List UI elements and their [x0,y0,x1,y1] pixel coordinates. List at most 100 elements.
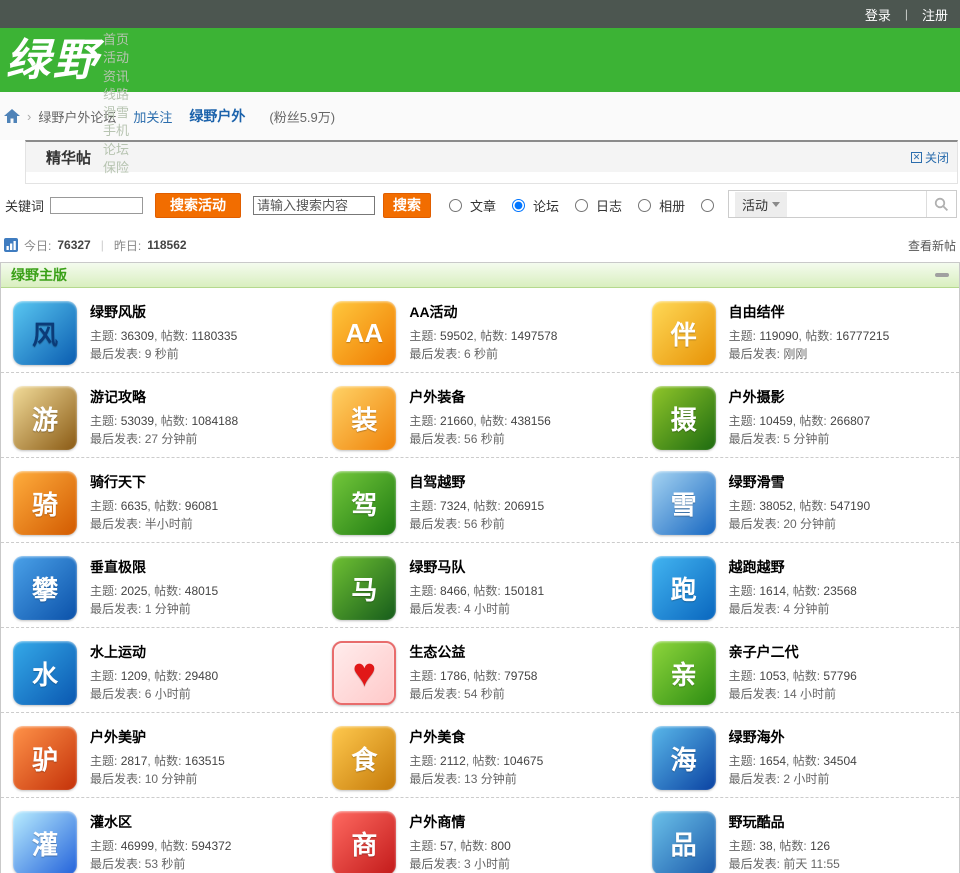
forum-cell: ♥ 生态公益 主题: 1786, 帖数: 79758 最后发表: 54 秒前 [320,628,640,713]
outdoor-beauty-icon[interactable]: 驴 [13,726,77,790]
cyclist-icon[interactable]: 骑 [13,471,77,535]
forum-title[interactable]: 灌水区 [90,812,231,832]
forum-cell: 水 水上运动 主题: 1209, 帖数: 29480 最后发表: 6 小时前 [1,628,321,713]
site-logo[interactable]: 绿野 [6,32,100,90]
nav-item-5[interactable]: 滑雪 [103,104,129,122]
forum-stats: 主题: 1209, 帖数: 29480 [90,669,219,683]
nav-item-1[interactable]: 首页 [103,31,129,49]
close-icon: ✕ [910,151,922,163]
search-bar: 关键词 搜索活动 搜索 文章论坛日志相册 活动 [0,184,960,226]
nav-item-7[interactable]: 论坛 [103,141,129,159]
nav-item-8[interactable]: 保险 [103,159,129,177]
nav-item-2[interactable]: 活动 [103,49,129,67]
radio-option-2[interactable]: 论坛 [512,196,559,215]
forum-title[interactable]: 户外摄影 [729,387,870,407]
surfer-icon[interactable]: 水 [13,641,77,705]
radio-input-3[interactable] [575,198,589,212]
forum-title[interactable]: 越跑越野 [729,557,857,577]
forum-title[interactable]: 户外美驴 [90,727,225,747]
chat-bubbles-icon[interactable]: 装 [332,386,397,450]
forum-title[interactable]: 绿野滑雪 [729,472,870,492]
search-input[interactable] [253,195,376,215]
bar-chart-icon [4,238,18,252]
forum-stats: 主题: 10459, 帖数: 266807 [728,414,871,428]
radio-input-2[interactable] [512,198,526,212]
globe-icon[interactable]: 品 [651,811,716,873]
close-button[interactable]: ✕ 关闭 [910,149,949,166]
runner-icon[interactable]: 跑 [651,556,716,620]
type-dropdown[interactable]: 活动 [735,191,788,217]
forum-title[interactable]: 亲子户二代 [729,642,857,662]
forum-title[interactable]: 户外美食 [409,727,543,747]
fans-count: (粉丝5.9万) [269,109,336,125]
forum-name-link[interactable]: 绿野户外 [189,106,245,126]
forum-title[interactable]: 自驾越野 [409,472,544,492]
radio-option-3[interactable]: 日志 [575,196,622,215]
forum-cell: 马 绿野马队 主题: 8466, 帖数: 150181 最后发表: 4 小时前 [320,543,640,628]
forum-title[interactable]: 骑行天下 [90,472,218,492]
collapse-button[interactable] [935,273,949,277]
search-button[interactable]: 搜索 [383,192,432,218]
radio-input-5[interactable] [701,198,715,212]
forum-cell: 海 绿野海外 主题: 1654, 帖数: 34504 最后发表: 2 小时前 [639,713,959,798]
forum-cell: 骑 骑行天下 主题: 6635, 帖数: 96081 最后发表: 半小时前 [1,458,321,543]
forum-cell: 跑 越跑越野 主题: 1614, 帖数: 23568 最后发表: 4 分钟前 [639,543,959,628]
view-new-posts-link[interactable]: 查看新帖 [908,237,956,254]
forum-stats: 主题: 1786, 帖数: 79758 [409,669,538,683]
forum-title[interactable]: 绿野风版 [90,302,237,322]
nav-item-6[interactable]: 手机 [103,122,129,140]
palm-tree-icon[interactable]: 摄 [651,386,716,450]
forum-last-post: 最后发表: 14 小时前 [728,687,837,701]
wind-icon[interactable]: 风 [13,301,77,365]
parent-child-icon[interactable]: 亲 [651,641,716,705]
stats-row: 今日: 76327 | 昨日: 118562 查看新帖 [0,232,960,258]
forum-last-post: 最后发表: 4 分钟前 [728,602,830,616]
forum-title[interactable]: 户外装备 [409,387,550,407]
home-icon[interactable] [4,108,20,124]
forum-title[interactable]: 野玩酷品 [729,812,840,832]
main-board-panel: 绿野主版 风 绿野风版 主题: 36309, 帖数: 1180335 最后发表:… [0,262,960,873]
radio-input-1[interactable] [449,198,463,212]
search-type-radios: 文章 论坛 日志 相册 [449,196,738,215]
forum-last-post: 最后发表: 27 分钟前 [90,432,198,446]
handshake-icon[interactable]: 伴 [651,301,716,365]
forum-title[interactable]: 自由结伴 [729,302,890,322]
shop-icon[interactable]: 商 [332,811,397,873]
yesterday-label: 昨日: [113,238,142,253]
radio-input-4[interactable] [638,198,652,212]
keyword-input[interactable] [50,196,144,214]
forum-title[interactable]: AA活动 [409,302,557,322]
forum-title[interactable]: 生态公益 [409,642,537,662]
radio-option-4[interactable]: 相册 [638,196,685,215]
climber-icon[interactable]: 攀 [13,556,77,620]
car-icon[interactable]: 驾 [332,471,397,535]
magnifier-button[interactable] [926,191,956,217]
login-link[interactable]: 登录 [865,5,891,24]
radio-option-1[interactable]: 文章 [449,196,496,215]
nav-item-3[interactable]: 资讯 [103,68,129,86]
waves-icon[interactable]: 灌 [13,811,77,873]
map-scroll-icon[interactable]: 游 [13,386,77,450]
nav-item-4[interactable]: 线路 [103,86,129,104]
search-activity-button[interactable]: 搜索活动 [155,192,242,218]
skier-icon[interactable]: 雪 [651,471,716,535]
ship-icon[interactable]: 海 [651,726,716,790]
forum-title[interactable]: 绿野马队 [409,557,544,577]
forum-stats: 主题: 2112, 帖数: 104675 [409,754,544,768]
horse-icon[interactable]: 马 [332,556,397,620]
heart-icon[interactable]: ♥ [332,641,397,705]
yesterday-count: 118562 [147,238,187,252]
radio-option-5[interactable] [701,198,722,212]
food-icon[interactable]: 食 [332,726,397,790]
forum-cell: 游 游记攻略 主题: 53039, 帖数: 1084188 最后发表: 27 分… [1,373,321,458]
forum-title[interactable]: 游记攻略 [90,387,238,407]
forum-title[interactable]: 垂直极限 [90,557,218,577]
forum-title[interactable]: 绿野海外 [729,727,857,747]
register-link[interactable]: 注册 [922,5,948,24]
follow-button[interactable]: 加关注 [133,107,172,126]
forum-title[interactable]: 水上运动 [90,642,218,662]
forum-cell: 商 户外商情 主题: 57, 帖数: 800 最后发表: 3 小时前 [320,798,639,873]
forum-title[interactable]: 户外商情 [409,812,510,832]
aa-activity-icon[interactable]: AA [332,301,397,365]
forum-cell: 伴 自由结伴 主题: 119090, 帖数: 16777215 最后发表: 刚刚 [639,288,959,373]
